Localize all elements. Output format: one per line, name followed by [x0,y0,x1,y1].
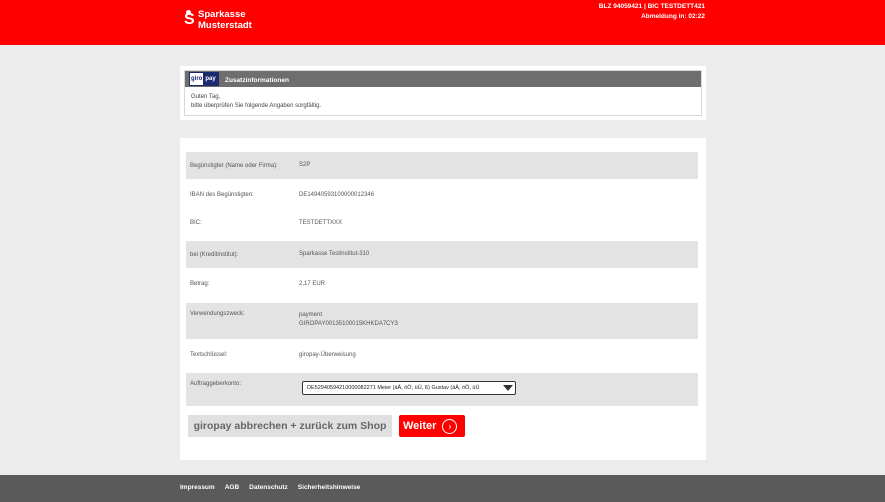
footer-link-impressum[interactable]: Impressum [180,484,215,491]
row-text-key: Textschlüssel: giropay-Überweisung [186,343,698,367]
footer-link-datenschutz[interactable]: Datenschutz [249,484,288,491]
label-purpose: Verwendungszweck: [190,311,245,317]
label-iban: IBAN des Begünstigten: [190,192,254,198]
label-text-key: Textschlüssel: [190,352,228,358]
value-purpose-line2: GIROPAY00135100015KHKDA7CY3 [299,321,398,327]
label-bic: BIC: [190,220,202,226]
giropay-logo: giro pay [189,72,219,86]
label-beneficiary: Begünstigter (Name oder Firma): [190,162,278,169]
bank-name: Sparkasse Musterstadt [198,9,252,31]
bank-name-line1: Sparkasse [198,9,246,20]
row-beneficiary: Begünstigter (Name oder Firma): S2P [186,152,698,179]
next-button[interactable]: Weiter › [399,415,465,437]
row-bank: bei (Kreditinstitut): Sparkasse Testinst… [186,241,698,268]
label-amount: Betrag: [190,281,210,287]
instruction-text: bitte überprüfen Sie folgende Angaben so… [191,103,322,109]
label-bank: bei (Kreditinstitut): [190,251,239,258]
bank-codes: BLZ 94059421 | BIC TESTDETT421 [598,3,705,10]
transfer-details-card: Begünstigter (Name oder Firma): S2P IBAN… [180,138,706,460]
cancel-and-return-button[interactable]: giropay abbrechen + zurück zum Shop [188,415,392,437]
footer-link-agb[interactable]: AGB [225,484,239,491]
sparkasse-logo[interactable]: S Sparkasse Musterstadt [184,9,252,37]
giropay-logo-pay: pay [203,73,218,85]
value-bank: Sparkasse Testinstitut-310 [299,251,370,257]
value-text-key: giropay-Überweisung [299,351,356,358]
info-panel: giro pay Zusatzinformationen Guten Tag, … [184,70,702,116]
payer-account-selected-value: DE52940594210000082271 Meier (äÄ, öÖ, üÜ… [307,385,480,391]
arrow-right-circle-icon: › [442,418,458,434]
row-iban: IBAN des Begünstigten: DE149405931000000… [186,183,698,207]
value-iban: DE14940593100000012346 [299,191,375,198]
logout-timer: Abmeldung in: 02:22 [641,13,705,20]
value-purpose-line1: payment [299,312,323,318]
row-amount: Betrag: 2,17 EUR [186,272,698,296]
footer-link-security[interactable]: Sicherheitshinweise [298,484,361,491]
value-purpose: payment GIROPAY00135100015KHKDA7CY3 [299,311,398,329]
footer-links: Impressum AGB Datenschutz Sicherheitshin… [180,484,360,491]
sparkasse-s-icon: S [184,10,195,28]
info-title: Zusatzinformationen [225,77,289,84]
info-header: giro pay Zusatzinformationen [185,71,701,87]
row-payer-account: Auftraggeberkonto: DE5294059421000008227… [186,373,698,406]
row-bic: BIC: TESTDETTXXX [186,211,698,235]
header: S Sparkasse Musterstadt BLZ 94059421 | B… [0,0,885,45]
value-bic: TESTDETTXXX [299,219,343,226]
value-amount: 2,17 EUR [299,280,326,287]
footer: Impressum AGB Datenschutz Sicherheitshin… [0,475,885,502]
bank-name-line2: Musterstadt [198,20,252,31]
info-card: giro pay Zusatzinformationen Guten Tag, … [180,66,706,120]
greeting: Guten Tag, [191,94,221,100]
row-purpose: Verwendungszweck: payment GIROPAY0013510… [186,303,698,339]
header-info: BLZ 94059421 | BIC TESTDETT421 Abmeldung… [599,2,705,22]
giropay-logo-giro: giro [191,76,203,82]
payer-account-select[interactable]: DE52940594210000082271 Meier (äÄ, öÖ, üÜ… [302,381,516,395]
label-payer-account: Auftraggeberkonto: [190,381,242,387]
value-beneficiary: S2P [299,162,311,168]
next-button-label: Weiter [403,420,437,432]
info-body: Guten Tag, bitte überprüfen Sie folgende… [185,87,701,111]
chevron-down-icon[interactable] [503,385,513,391]
